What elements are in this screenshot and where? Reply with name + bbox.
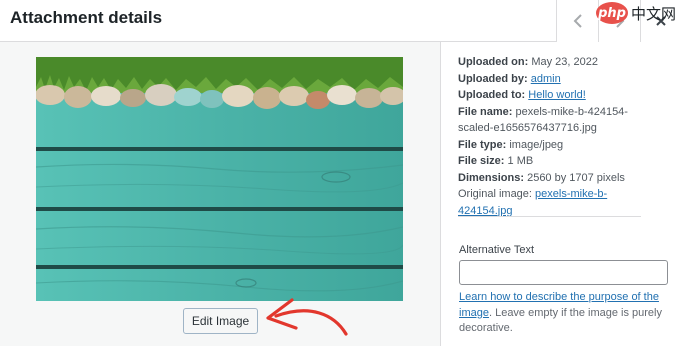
watermark-logo: php 中文网 — [596, 1, 680, 25]
uploaded-by-link[interactable]: admin — [531, 73, 561, 85]
original-image-link[interactable]: pexels-mike-b- — [535, 188, 607, 200]
alt-text-label: Alternative Text — [459, 244, 535, 256]
uploaded-to-row: Uploaded to: Hello world! — [458, 89, 586, 101]
uploaded-to-link[interactable]: Hello world! — [528, 89, 585, 101]
modal-title: Attachment details — [10, 8, 163, 27]
attachment-details-panel: Uploaded on: May 23, 2022 Uploaded by: a… — [440, 42, 680, 346]
file-name-row: File name: pexels-mike-b-424154- scaled-e… — [458, 105, 628, 135]
original-image-link-cont[interactable]: 424154.jpg — [458, 205, 512, 217]
edit-image-button[interactable]: Edit Image — [183, 308, 258, 334]
attachment-media-view: Edit Image — [0, 42, 440, 346]
watermark-php-badge: php — [596, 2, 628, 24]
annotation-arrow — [266, 298, 348, 336]
uploaded-on-row: Uploaded on: May 23, 2022 — [458, 56, 598, 68]
dimensions-row: Dimensions: 2560 by 1707 pixels — [458, 171, 625, 184]
file-size-row: File size: 1 MB — [458, 155, 534, 167]
previous-button[interactable] — [556, 0, 598, 42]
uploaded-on-value: May 23, 2022 — [531, 56, 598, 68]
file-type-row: File type: image/jpeg — [458, 138, 564, 151]
alt-text-help: Learn how to describe the purpose of the… — [459, 291, 662, 334]
original-image-row: Original image: pexels-mike-b- 424154.jpg — [458, 188, 608, 217]
chevron-left-icon — [571, 13, 585, 29]
modal-header: Attachment details — [0, 0, 680, 42]
divider — [458, 216, 641, 217]
alt-text-input[interactable] — [459, 260, 668, 285]
uploaded-by-row: Uploaded by: admin — [458, 72, 561, 85]
watermark-text: 中文网 — [631, 4, 677, 23]
attachment-image — [36, 57, 403, 301]
file-details: Uploaded on: May 23, 2022 Uploaded by: a… — [458, 54, 668, 219]
